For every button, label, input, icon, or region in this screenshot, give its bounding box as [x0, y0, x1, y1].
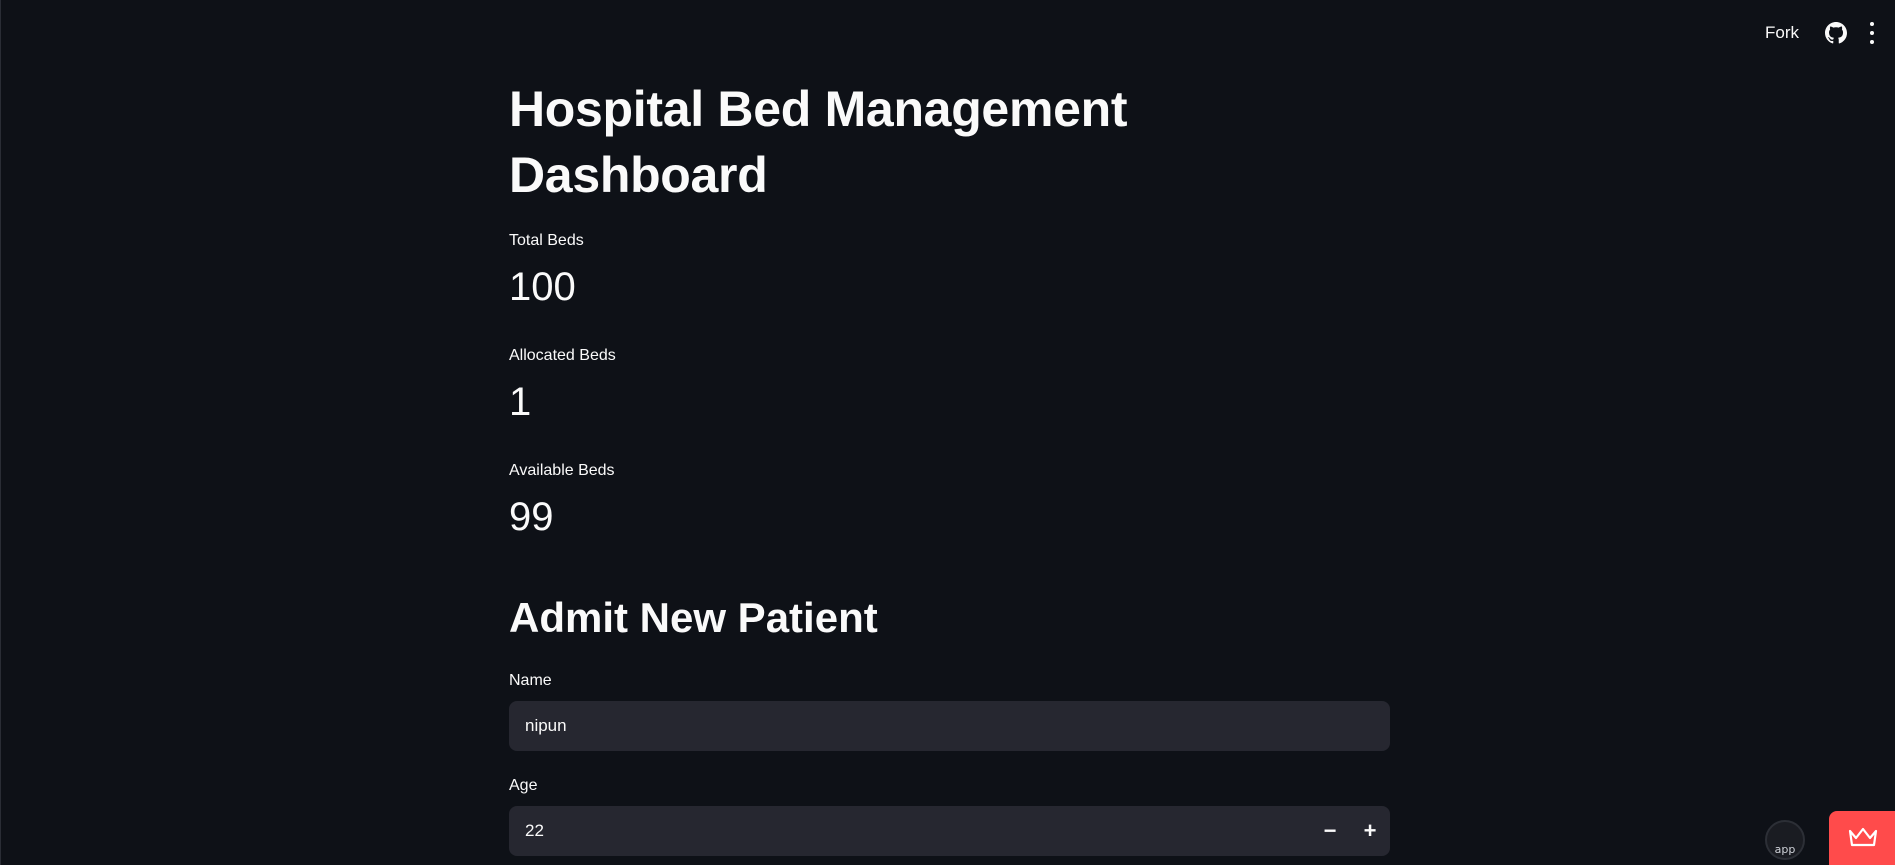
- metric-value-allocated-beds: 1: [509, 380, 532, 424]
- age-input[interactable]: [509, 806, 1310, 856]
- section-title-admit: Admit New Patient: [509, 594, 878, 641]
- more-vertical-icon[interactable]: [1869, 22, 1875, 44]
- header-toolbar: Fork: [1765, 18, 1895, 48]
- app-avatar[interactable]: app: [1765, 820, 1805, 860]
- metric-value-available-beds: 99: [509, 495, 554, 539]
- name-label: Name: [509, 672, 552, 689]
- name-input[interactable]: [509, 701, 1390, 751]
- decrement-button[interactable]: −: [1310, 806, 1350, 856]
- metric-label-allocated-beds: Allocated Beds: [509, 347, 616, 364]
- streamlit-badge[interactable]: [1829, 811, 1895, 865]
- metric-value-total-beds: 100: [509, 265, 576, 309]
- age-number-input: − +: [509, 806, 1390, 856]
- metric-label-available-beds: Available Beds: [509, 462, 615, 479]
- metric-label-total-beds: Total Beds: [509, 232, 584, 249]
- page-title: Hospital Bed Management Dashboard: [509, 81, 1128, 203]
- app-window: Fork Hospital Bed Management Dashboard T…: [0, 0, 1895, 865]
- age-label: Age: [509, 777, 538, 794]
- github-icon[interactable]: [1825, 22, 1847, 44]
- avatar-alt-text: app: [1774, 843, 1796, 856]
- increment-button[interactable]: +: [1350, 806, 1390, 856]
- fork-button[interactable]: Fork: [1765, 23, 1799, 43]
- crown-icon: [1848, 827, 1877, 847]
